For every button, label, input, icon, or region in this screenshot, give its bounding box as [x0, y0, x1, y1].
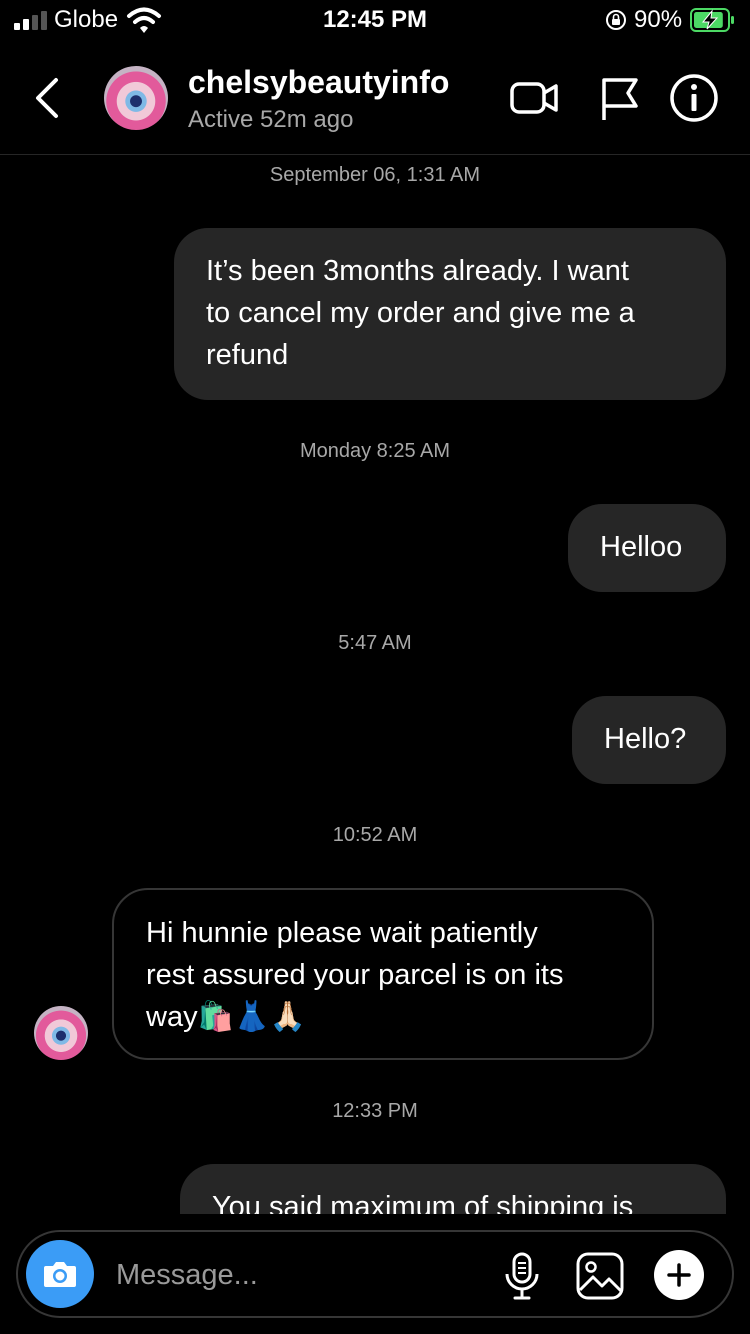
battery-percent: 90%: [634, 6, 683, 33]
status-bar: Globe 12:45 PM 90%: [0, 0, 750, 44]
battery-charging-icon: [690, 8, 734, 32]
timestamp: 10:52 AM: [332, 824, 418, 846]
camera-button[interactable]: [26, 1240, 94, 1308]
chat-header: chelsybeautyinfo Active 52m ago: [0, 44, 750, 155]
message-line: You said maximum of shipping is: [212, 1191, 634, 1214]
camera-icon: [44, 1262, 76, 1287]
message-line: Helloo: [600, 531, 683, 563]
message-bubble-outgoing[interactable]: You said maximum of shipping is: [180, 1164, 726, 1214]
message-input[interactable]: [114, 1248, 478, 1302]
message-line: to cancel my order and give me a: [206, 297, 635, 329]
message-line: It’s been 3months already. I want: [206, 255, 629, 287]
timestamp: 12:33 PM: [332, 1100, 418, 1122]
plus-icon: [667, 1263, 691, 1287]
message-bubble-incoming[interactable]: Hi hunnie please wait patiently rest ass…: [112, 888, 654, 1060]
avatar[interactable]: [104, 66, 168, 130]
video-call-icon[interactable]: [508, 72, 560, 124]
message-bubble-outgoing[interactable]: Hello?: [572, 696, 726, 784]
sender-avatar[interactable]: [34, 1006, 88, 1060]
orientation-lock-icon: [606, 10, 626, 30]
message-line: Hi hunnie please wait patiently: [146, 917, 538, 949]
message-line: refund: [206, 339, 289, 371]
message-composer: [16, 1230, 734, 1318]
flag-icon[interactable]: [594, 72, 646, 124]
active-status: Active 52m ago: [188, 106, 354, 133]
back-chevron-icon[interactable]: [28, 74, 68, 122]
timestamp: September 06, 1:31 AM: [269, 164, 481, 186]
chat-username[interactable]: chelsybeautyinfo: [188, 64, 449, 101]
message-line: way🛍️👗🙏🏻: [146, 1001, 306, 1033]
message-thread[interactable]: September 06, 1:31 AM It’s been 3months …: [0, 154, 750, 1214]
timestamp: 5:47 AM: [338, 632, 412, 654]
microphone-icon[interactable]: [496, 1250, 548, 1302]
message-line: rest assured your parcel is on its: [146, 959, 564, 991]
gallery-icon[interactable]: [574, 1250, 626, 1302]
info-icon[interactable]: [668, 72, 720, 124]
timestamp: Monday 8:25 AM: [299, 440, 451, 462]
message-line: Hello?: [604, 723, 687, 755]
message-bubble-outgoing[interactable]: It’s been 3months already. I want to can…: [174, 228, 726, 400]
message-bubble-outgoing[interactable]: Helloo: [568, 504, 726, 592]
add-button[interactable]: [654, 1250, 704, 1300]
